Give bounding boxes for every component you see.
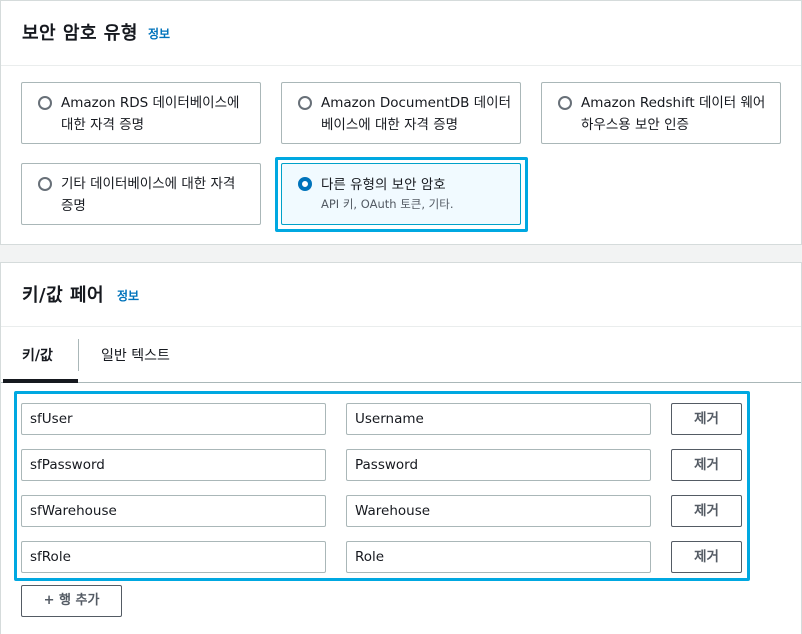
key-input[interactable]: sfWarehouse — [21, 495, 326, 527]
key-input[interactable]: sfRole — [21, 541, 326, 573]
secret-type-panel: 보안 암호 유형 정보 Amazon RDS 데이터베이스에 대한 자격 증명 … — [0, 0, 802, 245]
option-redshift[interactable]: Amazon Redshift 데이터 웨어하우스용 보안 인증 — [541, 82, 781, 144]
remove-row-button[interactable]: 제거 — [671, 403, 742, 435]
table-row: sfRole Role 제거 — [0, 541, 802, 573]
tab-bar: 키/값 일반 텍스트 — [1, 327, 801, 383]
option-rds[interactable]: Amazon RDS 데이터베이스에 대한 자격 증명 — [21, 82, 261, 144]
secret-type-title: 보안 암호 유형 — [22, 23, 138, 44]
remove-row-button[interactable]: 제거 — [671, 541, 742, 573]
remove-row-button[interactable]: 제거 — [671, 495, 742, 527]
add-row-button[interactable]: + 행 추가 — [21, 585, 122, 617]
option-other-database[interactable]: 기타 데이터베이스에 대한 자격 증명 — [21, 163, 261, 225]
key-value-header: 키/값 페어 정보 — [1, 263, 801, 327]
remove-row-button[interactable]: 제거 — [671, 449, 742, 481]
table-row: sfUser Username 제거 — [0, 403, 802, 435]
tab-key-value[interactable]: 키/값 — [22, 345, 53, 365]
key-input[interactable]: sfUser — [21, 403, 326, 435]
table-row: sfWarehouse Warehouse 제거 — [0, 495, 802, 527]
option-label: Amazon DocumentDB 데이터베이스에 대한 자격 증명 — [321, 95, 511, 133]
value-input[interactable]: Warehouse — [346, 495, 651, 527]
radio-icon[interactable] — [38, 177, 52, 191]
option-label: Amazon Redshift 데이터 웨어하우스용 보안 인증 — [581, 95, 766, 133]
secret-type-header: 보안 암호 유형 정보 — [1, 1, 801, 66]
table-row: sfPassword Password 제거 — [0, 449, 802, 481]
value-input[interactable]: Role — [346, 541, 651, 573]
option-label: 기타 데이터베이스에 대한 자격 증명 — [61, 176, 236, 214]
radio-icon[interactable] — [298, 96, 312, 110]
radio-icon[interactable] — [38, 96, 52, 110]
selection-highlight-frame — [275, 157, 528, 232]
radio-icon[interactable] — [558, 96, 572, 110]
secret-type-info-link[interactable]: 정보 — [148, 25, 170, 42]
key-value-title: 키/값 페어 — [22, 285, 105, 306]
tab-divider — [78, 339, 79, 371]
option-label: Amazon RDS 데이터베이스에 대한 자격 증명 — [61, 95, 240, 133]
value-input[interactable]: Username — [346, 403, 651, 435]
tab-plaintext[interactable]: 일반 텍스트 — [101, 345, 170, 365]
key-input[interactable]: sfPassword — [21, 449, 326, 481]
option-documentdb[interactable]: Amazon DocumentDB 데이터베이스에 대한 자격 증명 — [281, 82, 521, 144]
active-tab-indicator — [3, 379, 78, 383]
value-input[interactable]: Password — [346, 449, 651, 481]
key-value-info-link[interactable]: 정보 — [117, 287, 139, 304]
